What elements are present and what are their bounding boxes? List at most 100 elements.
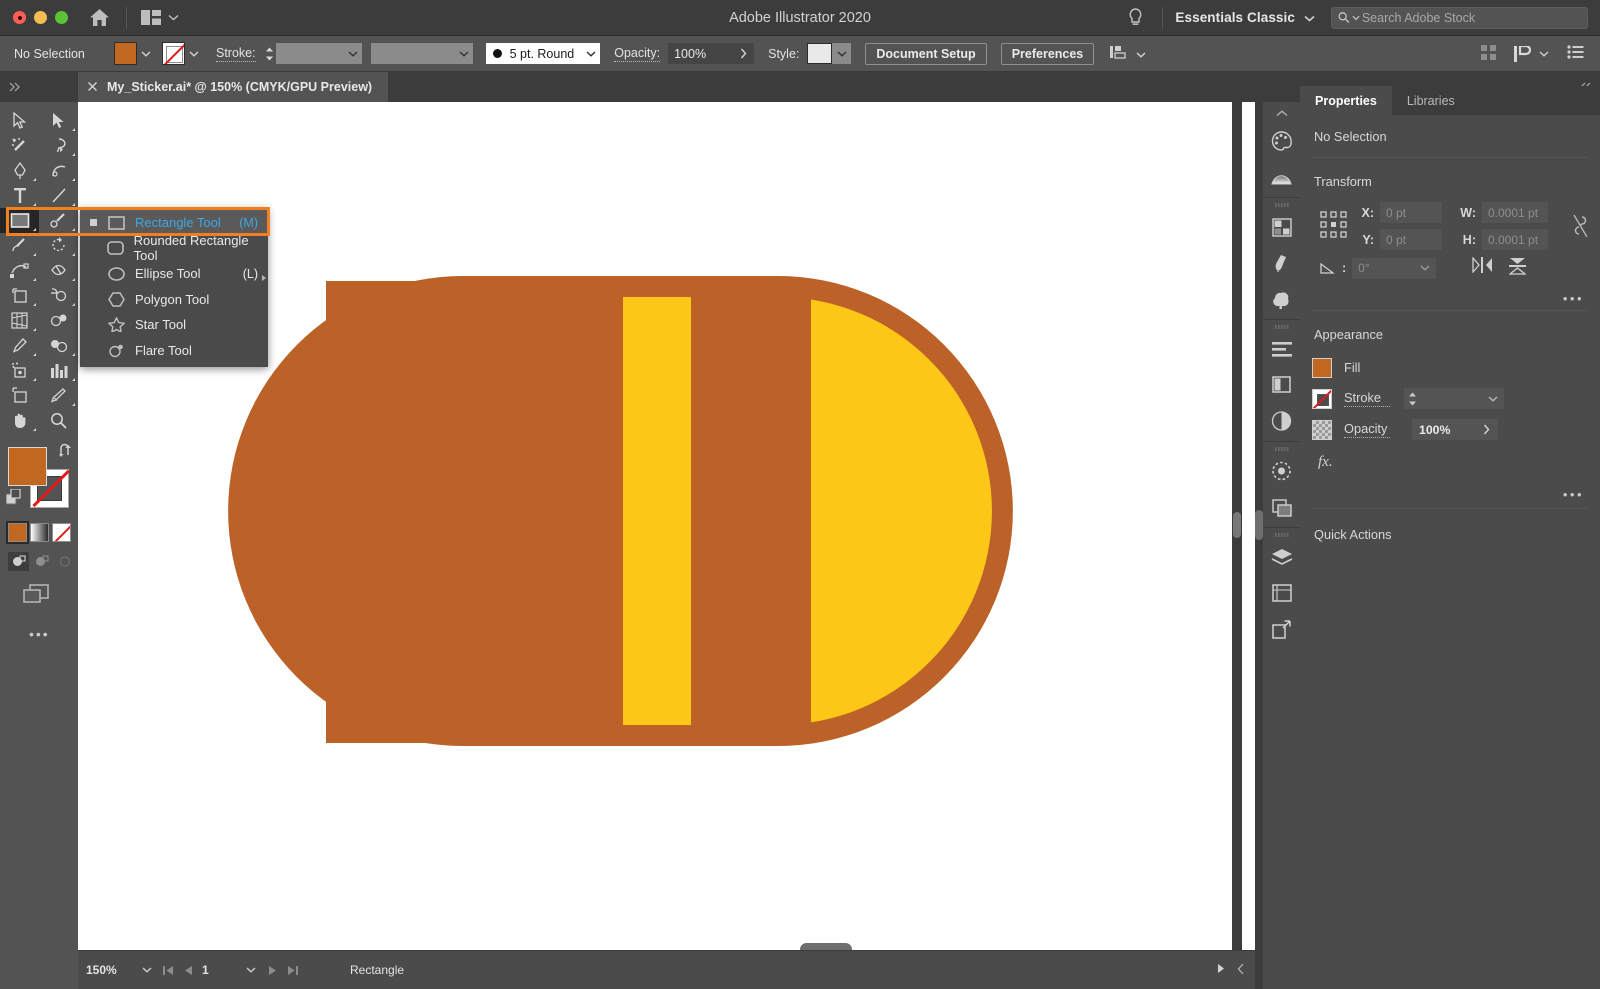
dock-resize-handle[interactable] [1255, 510, 1263, 540]
toolbar-collapse-control[interactable] [0, 72, 78, 102]
default-fill-stroke-icon[interactable] [6, 489, 23, 511]
column-graph-tool[interactable] [39, 358, 78, 383]
gradient-panel-icon[interactable] [1263, 159, 1300, 195]
stroke-weight-chevron-down-icon[interactable] [344, 43, 362, 64]
workspace-preset-icon[interactable] [1514, 46, 1549, 62]
zoom-level-field[interactable]: 150% [86, 963, 136, 977]
blend-tool[interactable] [39, 333, 78, 358]
lasso-tool[interactable] [39, 133, 78, 158]
width-tool[interactable] [39, 258, 78, 283]
paintbrush-tool[interactable] [39, 208, 78, 233]
first-page-icon[interactable] [158, 965, 178, 976]
mesh-tool[interactable] [39, 308, 78, 333]
flyout-tearoff-arrow-icon[interactable] [260, 265, 268, 291]
line-segment-tool[interactable] [39, 183, 78, 208]
reference-point-icon[interactable] [1312, 199, 1356, 253]
direct-selection-tool[interactable] [39, 108, 78, 133]
hand-tool[interactable] [0, 408, 39, 433]
change-screen-mode-icon[interactable] [22, 583, 78, 610]
appearance-opacity-swatch[interactable] [1312, 420, 1332, 440]
gradient-mode-button[interactable] [30, 523, 49, 542]
graphic-style-swatch[interactable] [807, 43, 832, 64]
rectangle-tool[interactable] [0, 208, 39, 233]
shape-builder-tool[interactable] [39, 283, 78, 308]
vertical-scrollbar-thumb[interactable] [1233, 512, 1241, 538]
opacity-expand-icon[interactable] [732, 43, 754, 64]
rotate-tool[interactable] [39, 233, 78, 258]
dock-collapse-chevron-icon[interactable] [1263, 102, 1300, 111]
color-mode-button[interactable] [8, 523, 27, 542]
tab-libraries[interactable]: Libraries [1392, 86, 1470, 115]
minimize-window-button[interactable] [34, 11, 47, 24]
preferences-button[interactable]: Preferences [1001, 43, 1095, 65]
none-mode-button[interactable] [52, 523, 71, 542]
w-field[interactable]: 0.0001 pt [1482, 202, 1548, 223]
align-chevron-down-icon[interactable] [1136, 47, 1146, 61]
scale-tool[interactable] [0, 258, 39, 283]
opacity-label[interactable]: Opacity: [614, 46, 660, 62]
curvature-tool[interactable] [39, 158, 78, 183]
artboard-tool[interactable] [0, 383, 39, 408]
stroke-chevron-down-icon[interactable] [185, 42, 202, 65]
lightbulb-icon[interactable] [1120, 8, 1150, 28]
vertical-scrollbar-track[interactable] [1232, 102, 1242, 950]
color-panel-icon[interactable] [1263, 123, 1300, 159]
pen-tool[interactable] [0, 158, 39, 183]
fill-color-swatch[interactable] [8, 447, 47, 486]
swatches-panel-icon[interactable] [1263, 209, 1300, 245]
h-field[interactable]: 0.0001 pt [1482, 229, 1548, 250]
brushes-panel-icon[interactable] [1263, 245, 1300, 281]
horizontal-scrollbar-track[interactable] [78, 940, 1255, 950]
opacity-field[interactable]: 100% [1412, 419, 1474, 440]
tab-properties[interactable]: Properties [1300, 86, 1392, 115]
search-input[interactable] [1362, 11, 1581, 25]
free-transform-tool[interactable] [0, 283, 39, 308]
appearance-more-options-icon[interactable]: ••• [1300, 479, 1600, 502]
stroke-profile-field[interactable] [371, 43, 455, 64]
swap-fill-stroke-icon[interactable] [58, 443, 74, 463]
draw-inside-button[interactable] [54, 552, 75, 571]
workspace-switcher[interactable]: Essentials Classic [1175, 10, 1295, 25]
close-icon[interactable] [88, 80, 97, 94]
layers-panel-icon[interactable] [1263, 539, 1300, 575]
flip-horizontal-icon[interactable] [1472, 257, 1493, 280]
arrange-grid-icon[interactable] [1481, 45, 1496, 63]
stroke-profile-chevron-down-icon[interactable] [455, 43, 473, 64]
type-tool[interactable] [0, 183, 39, 208]
flyout-item-star-tool[interactable]: Star Tool [80, 312, 268, 338]
constrain-proportions-icon[interactable] [1560, 199, 1600, 253]
flyout-item-rectangle-tool[interactable]: Rectangle Tool (M) [80, 210, 268, 236]
flyout-item-ellipse-tool[interactable]: Ellipse Tool (L) [80, 261, 268, 287]
panel-menu-icon[interactable] [1567, 45, 1584, 62]
stroke-label[interactable]: Stroke: [216, 46, 256, 62]
home-icon[interactable] [86, 5, 112, 31]
status-collapse-icon[interactable] [1237, 963, 1245, 978]
y-field[interactable]: 0 pt [1380, 229, 1442, 250]
adobe-stock-search[interactable] [1331, 7, 1588, 29]
selection-tool[interactable] [0, 108, 39, 133]
flip-vertical-icon[interactable] [1509, 257, 1526, 280]
draw-behind-button[interactable] [31, 552, 52, 571]
maximize-window-button[interactable] [55, 11, 68, 24]
asset-export-panel-icon[interactable] [1263, 611, 1300, 647]
align-panel-icon[interactable] [1263, 331, 1300, 367]
perspective-grid-tool[interactable] [0, 308, 39, 333]
eyedropper-tool[interactable] [0, 333, 39, 358]
transparency-panel-icon[interactable] [1263, 403, 1300, 439]
artboards-panel-icon[interactable] [1263, 575, 1300, 611]
close-window-button[interactable] [13, 11, 26, 24]
zoom-tool[interactable] [39, 408, 78, 433]
stroke-label[interactable]: Stroke [1344, 390, 1390, 407]
symbols-panel-icon[interactable] [1263, 281, 1300, 317]
opacity-label[interactable]: Opacity [1344, 421, 1390, 438]
status-menu-icon[interactable] [1217, 963, 1225, 977]
align-objects-icon[interactable] [1110, 44, 1129, 63]
edit-toolbar-icon[interactable]: ••• [29, 626, 78, 642]
opacity-field[interactable]: 100% [668, 43, 732, 64]
arrange-documents-icon[interactable] [141, 10, 179, 25]
appearance-stroke-swatch[interactable] [1312, 389, 1332, 409]
symbol-sprayer-tool[interactable] [0, 358, 39, 383]
opacity-expand-icon[interactable] [1474, 419, 1498, 440]
shaper-tool[interactable] [0, 233, 39, 258]
graphic-styles-panel-icon[interactable] [1263, 489, 1300, 525]
